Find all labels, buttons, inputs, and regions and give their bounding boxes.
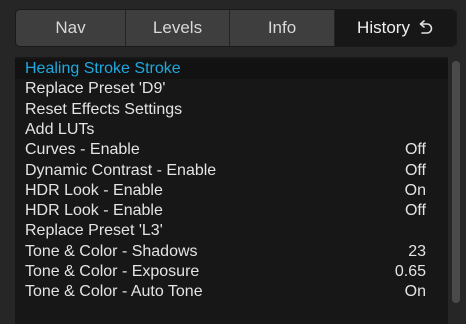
history-item-label: Tone & Color - Auto Tone <box>25 283 203 301</box>
tab-info-label: Info <box>267 18 297 37</box>
history-item-label: Replace Preset 'D9' <box>25 80 166 98</box>
tab-bar: Nav Levels Info History <box>15 9 457 47</box>
history-item[interactable]: Tone & Color - Shadows 23 <box>15 242 448 262</box>
history-item[interactable]: Curves - Enable Off <box>15 140 448 160</box>
history-item[interactable]: Tone & Color - Auto Tone On <box>15 282 448 302</box>
history-item-value: On <box>404 283 426 301</box>
history-item[interactable]: Replace Preset 'D9' <box>15 79 448 99</box>
history-item-label: Reset Effects Settings <box>25 100 183 118</box>
tab-info[interactable]: Info <box>230 10 335 46</box>
history-item[interactable]: Add LUTs <box>15 120 448 140</box>
tab-history-label: History <box>357 18 410 37</box>
tab-levels[interactable]: Levels <box>126 10 230 46</box>
history-panel: Nav Levels Info History Healing Stroke S… <box>0 0 466 324</box>
history-item-label: HDR Look - Enable <box>25 181 163 199</box>
history-item-label: Tone & Color - Exposure <box>25 263 200 280</box>
tab-history[interactable]: History <box>335 10 456 46</box>
history-item-value: On <box>404 181 426 199</box>
history-item-value: 23 <box>408 242 426 260</box>
tab-nav-label: Nav <box>55 18 86 37</box>
history-item-label: Dynamic Contrast - Enable <box>25 161 217 179</box>
history-list[interactable]: Healing Stroke Stroke Replace Preset 'D9'… <box>15 57 448 324</box>
history-item[interactable]: Tone & Color - Exposure 0.65 <box>15 262 448 282</box>
history-item-value: Off <box>404 141 426 159</box>
history-item-value: Off <box>404 161 426 179</box>
history-item-label: Curves - Enable <box>25 141 140 159</box>
scrollbar-thumb[interactable] <box>452 61 460 303</box>
history-item-value: Off <box>404 202 426 220</box>
history-item-label: HDR Look - Enable <box>25 202 163 220</box>
undo-icon <box>416 20 434 36</box>
history-item[interactable]: HDR Look - Enable Off <box>15 201 448 221</box>
history-item[interactable]: HDR Look - Enable On <box>15 181 448 201</box>
history-scrollbar[interactable] <box>452 57 460 324</box>
history-item[interactable]: Dynamic Contrast - Enable Off <box>15 161 448 181</box>
history-item-label: Tone & Color - Shadows <box>25 242 198 260</box>
history-item-label: Replace Preset 'L3' <box>25 222 163 240</box>
tab-levels-label: Levels <box>152 18 203 37</box>
history-item[interactable]: Replace Preset 'L3' <box>15 221 448 241</box>
history-item-label: Add LUTs <box>25 120 95 138</box>
tab-nav[interactable]: Nav <box>16 10 126 46</box>
history-item[interactable]: Healing Stroke Stroke <box>15 59 448 79</box>
history-item-value: 0.65 <box>394 263 426 280</box>
history-item-label: Healing Stroke Stroke <box>25 60 181 77</box>
history-item[interactable]: Reset Effects Settings <box>15 100 448 120</box>
